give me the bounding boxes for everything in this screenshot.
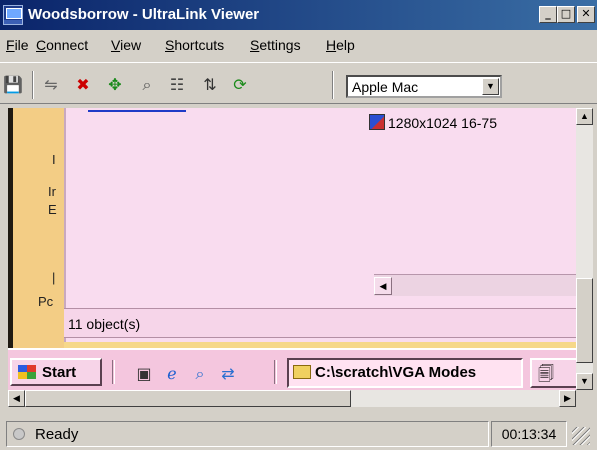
minimize-button[interactable]: _ [539, 6, 557, 23]
status-text: Ready [35, 426, 79, 443]
fit-screen-icon[interactable]: ✥ [104, 75, 126, 95]
remote-text-fragment: Ir [48, 184, 56, 199]
chevron-down-icon[interactable]: ▼ [482, 78, 499, 95]
menu-bar: File Connect View Shortcuts Settings Hel… [0, 33, 597, 57]
status-pane: Ready [6, 421, 489, 447]
show-desktop-icon[interactable]: ▣ [134, 364, 154, 384]
toolbar-separator [32, 71, 34, 99]
refresh-icon[interactable]: ⟳ [229, 75, 251, 95]
resize-grip-icon[interactable] [572, 427, 590, 445]
app-icon [3, 5, 23, 25]
windows-flag-icon [18, 365, 36, 379]
vertical-scrollbar[interactable]: ▲ ▼ [576, 108, 593, 390]
remote-link-underline [88, 110, 186, 112]
document-icon: 🗐 [538, 364, 554, 383]
remote-taskbar: Start ▣ ℯ ⌕ ⇄ C:\scratch\VGA Modes 🗐 [8, 348, 576, 390]
disconnect-icon[interactable]: ⇋ [40, 75, 62, 95]
settings-sliders-icon[interactable]: ☷ [166, 75, 188, 95]
title-bar: Woodsborrow - UltraLink Viewer _ □ ✕ [0, 0, 597, 30]
menu-help[interactable]: Help [326, 37, 355, 53]
scroll-corner [576, 390, 593, 407]
save-icon[interactable]: 💾 [2, 75, 24, 95]
remote-horizontal-scrollbar[interactable]: ◀ [374, 274, 576, 296]
vertical-scroll-thumb[interactable] [576, 278, 593, 363]
menu-settings[interactable]: Settings [250, 37, 301, 53]
remote-status-bar: 11 object(s) [64, 308, 576, 338]
taskbar-item-other[interactable]: 🗐 [530, 358, 576, 388]
menu-connect[interactable]: Connect [36, 37, 88, 53]
folder-icon [293, 365, 311, 379]
status-bar: Ready 00:13:34 [0, 418, 597, 450]
remote-object-count: 11 object(s) [68, 316, 141, 332]
taskbar-item-vga-modes[interactable]: C:\scratch\VGA Modes [287, 358, 523, 388]
menu-file[interactable]: File [6, 37, 29, 53]
video-mode-item[interactable]: 1280x1024 16-75 [369, 114, 497, 131]
remote-text-fragment: Pc [38, 294, 54, 309]
taskbar-separator [112, 360, 115, 384]
no-connect-icon[interactable]: ✖ [72, 75, 94, 95]
zoom-icon[interactable]: ⌕ [136, 75, 158, 95]
close-button[interactable]: ✕ [577, 6, 595, 23]
menu-shortcuts[interactable]: Shortcuts [165, 37, 224, 53]
start-label: Start [42, 364, 77, 381]
window-title: Woodsborrow - UltraLink Viewer [28, 6, 260, 23]
horizontal-scroll-thumb[interactable] [25, 390, 351, 407]
remote-start-button[interactable]: Start [10, 358, 102, 386]
status-led-icon [13, 428, 25, 440]
menu-view[interactable]: View [111, 37, 141, 53]
taskbar-item-label: C:\scratch\VGA Modes [315, 364, 477, 381]
media-icon[interactable]: ⇄ [218, 364, 238, 384]
remote-text-fragment: | [52, 270, 56, 285]
taskbar-separator [274, 360, 277, 384]
sort-icon[interactable]: ⇅ [199, 75, 221, 95]
maximize-button[interactable]: □ [557, 6, 575, 23]
scroll-down-button[interactable]: ▼ [576, 373, 593, 390]
toolbar: 💾 ⇋ ✖ ✥ ⌕ ☷ ⇅ ⟳ Apple Mac ▼ [0, 62, 597, 104]
remote-explorer-window: 1280x1024 16-75 ◀ [64, 108, 576, 342]
remote-screen[interactable]: I Ir E | Pc 1280x1024 16-75 ◀ 11 object(… [8, 108, 576, 390]
search-icon[interactable]: ⌕ [190, 364, 210, 384]
remote-text-fragment: E [48, 202, 57, 217]
video-mode-label: 1280x1024 16-75 [388, 115, 497, 131]
scroll-up-button[interactable]: ▲ [576, 108, 593, 125]
elapsed-time: 00:13:34 [491, 421, 567, 447]
video-mode-icon [369, 114, 385, 130]
internet-explorer-icon[interactable]: ℯ [162, 364, 182, 384]
scroll-right-button[interactable]: ▶ [559, 390, 576, 407]
platform-select[interactable]: Apple Mac ▼ [346, 75, 502, 98]
horizontal-scrollbar[interactable]: ◀ ▶ [8, 390, 576, 407]
platform-select-value: Apple Mac [352, 79, 419, 95]
remote-scroll-left-button[interactable]: ◀ [374, 277, 392, 295]
toolbar-separator [332, 71, 334, 99]
remote-text-fragment: I [52, 152, 56, 167]
scroll-left-button[interactable]: ◀ [8, 390, 25, 407]
